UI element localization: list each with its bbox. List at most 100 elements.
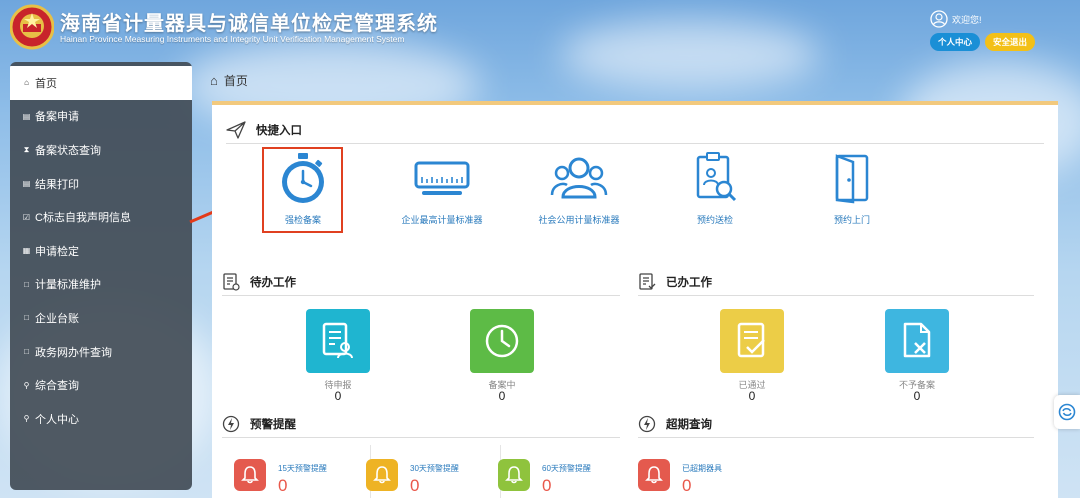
rejected-document-icon bbox=[903, 322, 931, 358]
quick-entry-book-inspection[interactable]: 预约送检 bbox=[650, 149, 780, 237]
quick-entry-title: 快捷入口 bbox=[226, 121, 302, 139]
todo-filing-tile[interactable] bbox=[470, 309, 534, 373]
stack-icon: ▤ bbox=[22, 179, 31, 189]
clock-icon bbox=[485, 324, 519, 358]
user-avatar-icon bbox=[930, 10, 948, 28]
clipboard-search-icon bbox=[696, 152, 737, 202]
sidebar-item-result-print[interactable]: ▤ 结果打印 bbox=[10, 167, 192, 201]
national-emblem-logo bbox=[10, 4, 54, 50]
search-icon: ⚲ bbox=[23, 380, 30, 390]
sidebar-item-label: 备案申请 bbox=[35, 111, 79, 124]
welcome-message: 欢迎您! bbox=[930, 10, 982, 28]
overdue-instruments-icon[interactable] bbox=[638, 459, 670, 491]
sidebar-item-filing-application[interactable]: ▤ 备案申请 bbox=[10, 100, 192, 134]
breadcrumb-label[interactable]: 首页 bbox=[224, 72, 248, 89]
sidebar-item-label: 计量标准维护 bbox=[35, 279, 101, 292]
file-icon: □ bbox=[24, 313, 29, 323]
done-title: 已办工作 bbox=[638, 273, 712, 291]
pending-document-icon bbox=[322, 322, 353, 359]
quick-entry-label: 预约上门 bbox=[833, 215, 870, 225]
hourglass-icon: ⧗ bbox=[23, 144, 30, 154]
warning-60-days-icon[interactable] bbox=[498, 459, 530, 491]
paper-plane-icon bbox=[226, 121, 246, 139]
sidebar-item-home[interactable]: ⌂ 首页 bbox=[10, 66, 192, 100]
home-icon: ⌂ bbox=[24, 78, 29, 88]
sidebar-item-label: 申请检定 bbox=[35, 245, 79, 258]
tile-count: 0 bbox=[498, 389, 506, 403]
divider bbox=[222, 295, 620, 296]
sidebar-item-personal-center[interactable]: ⚲ 个人中心 bbox=[10, 402, 192, 436]
card-icon: ▦ bbox=[22, 246, 31, 256]
sidebar-item-label: C标志自我声明信息 bbox=[35, 212, 131, 225]
file-icon: □ bbox=[24, 279, 29, 289]
user-icon: ⚲ bbox=[23, 414, 30, 424]
check-square-icon: ☑ bbox=[22, 212, 31, 222]
done-rejected-tile[interactable] bbox=[885, 309, 949, 373]
quick-entry-compulsory-filing[interactable]: 强检备案 bbox=[238, 149, 368, 237]
logout-button[interactable]: 安全退出 bbox=[985, 33, 1035, 51]
sidebar-item-filing-status[interactable]: ⧗ 备案状态查询 bbox=[10, 133, 192, 167]
bell-icon bbox=[645, 466, 663, 484]
lightning-circle-icon bbox=[222, 415, 240, 433]
welcome-text: 欢迎您! bbox=[952, 14, 982, 25]
done-list-icon bbox=[639, 273, 656, 290]
divider bbox=[638, 295, 1034, 296]
warning-title: 预警提醒 bbox=[222, 415, 296, 433]
warning-30-days-icon[interactable] bbox=[366, 459, 398, 491]
overdue-label[interactable]: 已超期器具 bbox=[682, 463, 722, 474]
bell-icon bbox=[241, 466, 259, 484]
personal-center-button[interactable]: 个人中心 bbox=[930, 33, 980, 51]
bell-icon bbox=[373, 466, 391, 484]
quick-entry-label: 企业最高计量标准器 bbox=[401, 215, 483, 225]
file-icon: □ bbox=[24, 347, 29, 357]
sidebar-item-apply-verification[interactable]: ▦ 申请检定 bbox=[10, 234, 192, 268]
todo-pending-tile[interactable] bbox=[306, 309, 370, 373]
divider bbox=[222, 437, 620, 438]
sidebar-item-label: 备案状态查询 bbox=[35, 144, 101, 157]
door-icon bbox=[835, 154, 869, 204]
sidebar-item-c-mark-declaration[interactable]: ☑ C标志自我声明信息 bbox=[10, 200, 192, 234]
bell-icon bbox=[505, 466, 523, 484]
app-title: 海南省计量器具与诚信单位检定管理系统 bbox=[60, 13, 438, 35]
sidebar-item-label: 企业台账 bbox=[35, 312, 79, 325]
warning-count: 0 bbox=[410, 476, 420, 495]
quick-entry-label: 社会公用计量标准器 bbox=[538, 215, 620, 225]
user-area: 欢迎您! 个人中心 安全退出 bbox=[930, 8, 1040, 54]
warning-label[interactable]: 30天预警提醒 bbox=[410, 463, 459, 474]
warning-label[interactable]: 15天预警提醒 bbox=[278, 463, 327, 474]
sidebar-item-comprehensive-query[interactable]: ⚲ 综合查询 bbox=[10, 368, 192, 402]
warning-count: 0 bbox=[278, 476, 288, 495]
quick-entry-public-standard[interactable]: 社会公用计量标准器 bbox=[514, 149, 644, 237]
sidebar-item-gov-service-query[interactable]: □ 政务网办件查询 bbox=[10, 335, 192, 369]
todo-title: 待办工作 bbox=[222, 273, 296, 291]
warning-label[interactable]: 60天预警提醒 bbox=[542, 463, 591, 474]
quick-entry-enterprise-standard[interactable]: 企业最高计量标准器 bbox=[377, 149, 507, 237]
sidebar-item-label: 个人中心 bbox=[35, 413, 79, 426]
dashboard-panel: 快捷入口 强检备案 企业最高计量标准器 社会公用计量标准器 预约送检 预约上门 … bbox=[212, 101, 1058, 498]
warning-15-days-icon[interactable] bbox=[234, 459, 266, 491]
sidebar-item-label: 政务网办件查询 bbox=[35, 346, 112, 359]
stack-icon: ▤ bbox=[22, 111, 31, 121]
tile-count: 0 bbox=[913, 389, 921, 403]
users-icon bbox=[550, 157, 608, 199]
lightning-circle-icon bbox=[638, 415, 656, 433]
sidebar-item-standard-maintenance[interactable]: □ 计量标准维护 bbox=[10, 268, 192, 302]
overdue-count: 0 bbox=[682, 476, 692, 495]
tile-count: 0 bbox=[334, 389, 342, 403]
overdue-title: 超期查询 bbox=[638, 415, 712, 433]
sidebar-item-label: 首页 bbox=[35, 77, 57, 90]
divider bbox=[638, 437, 1034, 438]
quick-entry-book-onsite[interactable]: 预约上门 bbox=[787, 149, 917, 237]
home-icon: ⌂ bbox=[210, 73, 218, 88]
todo-list-icon bbox=[223, 273, 240, 291]
ruler-icon bbox=[414, 161, 470, 195]
sidebar-item-label: 综合查询 bbox=[35, 380, 79, 393]
sidebar-item-label: 结果打印 bbox=[35, 178, 79, 191]
done-approved-tile[interactable] bbox=[720, 309, 784, 373]
refresh-chat-icon bbox=[1058, 403, 1076, 421]
approved-document-icon bbox=[737, 322, 765, 358]
floating-service-button[interactable] bbox=[1054, 395, 1080, 429]
breadcrumb: ⌂ 首页 bbox=[210, 72, 248, 89]
sidebar-item-enterprise-ledger[interactable]: □ 企业台账 bbox=[10, 301, 192, 335]
quick-entry-label: 预约送检 bbox=[696, 215, 733, 225]
